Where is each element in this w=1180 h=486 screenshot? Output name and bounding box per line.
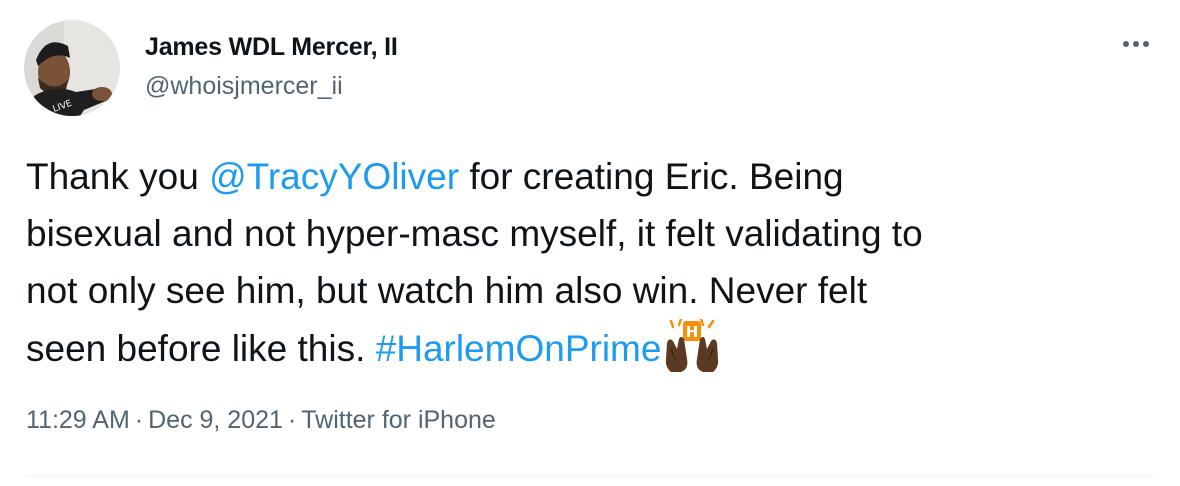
hashtag-link[interactable]: #HarlemOnPrime bbox=[376, 328, 662, 369]
tweet-text-segment: Thank you bbox=[26, 156, 210, 197]
tweet-line: Thank you @TracyYOliver for creating Eri… bbox=[26, 148, 1156, 205]
tweet-text-segment: seen before like this. bbox=[26, 328, 376, 369]
mention-link[interactable]: @TracyYOliver bbox=[209, 156, 459, 197]
tweet-line: seen before like this. #HarlemOnPrime H bbox=[26, 319, 1156, 377]
svg-text:H: H bbox=[686, 323, 699, 341]
divider bbox=[26, 476, 1154, 477]
tweet-line: bisexual and not hyper-masc myself, it f… bbox=[26, 205, 1156, 262]
meta-separator: · bbox=[134, 406, 144, 434]
raising-hands-emoji: H bbox=[666, 319, 719, 372]
avatar[interactable]: LIVE bbox=[24, 20, 120, 116]
tweet-text-segment: bisexual and not hyper-masc myself, it f… bbox=[26, 213, 923, 254]
tweet-text: Thank you @TracyYOliver for creating Eri… bbox=[26, 148, 1156, 377]
tweet-line: not only see him, but watch him also win… bbox=[26, 262, 1156, 319]
tweet-text-segment: for creating Eric. Being bbox=[459, 156, 844, 197]
meta-separator: · bbox=[287, 406, 297, 434]
tweet-date[interactable]: Dec 9, 2021 bbox=[148, 406, 283, 434]
tweet-card: LIVE James WDL Mercer, II @whoisjmercer_… bbox=[0, 0, 1180, 486]
tweet-time[interactable]: 11:29 AM bbox=[26, 406, 130, 434]
author-handle[interactable]: @whoisjmercer_ii bbox=[145, 72, 343, 101]
author-display-name[interactable]: James WDL Mercer, II bbox=[145, 33, 398, 62]
tweet-meta: 11:29 AM · Dec 9, 2021 · Twitter for iPhone bbox=[26, 406, 496, 435]
more-options-button[interactable] bbox=[1116, 30, 1156, 58]
more-horizontal-icon bbox=[1123, 41, 1149, 47]
tweet-source[interactable]: Twitter for iPhone bbox=[301, 406, 496, 434]
avatar-image: LIVE bbox=[24, 20, 120, 116]
tweet-text-segment: not only see him, but watch him also win… bbox=[26, 270, 868, 311]
